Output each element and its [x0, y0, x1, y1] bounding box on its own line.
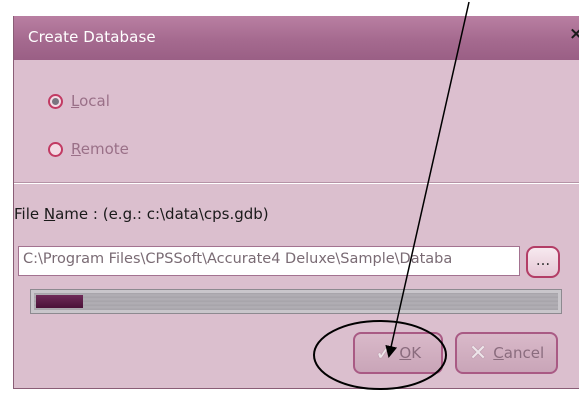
file-panel: File Name : (e.g.: c:\data\cps.gdb) C:\P… — [14, 184, 579, 388]
progress-fill — [36, 295, 83, 308]
progress-bar — [30, 289, 562, 314]
cancel-button-label: Cancel — [493, 344, 545, 362]
cancel-button[interactable]: ✕ Cancel — [455, 332, 558, 374]
ok-button-label: OK — [399, 344, 422, 362]
browse-button[interactable]: ... — [526, 246, 560, 278]
ok-button[interactable]: ✓ OK — [353, 332, 443, 374]
radio-local-label: Local — [71, 92, 110, 110]
close-icon[interactable]: × — [569, 24, 579, 44]
radio-remote-indicator[interactable] — [48, 141, 63, 157]
radio-remote-label: Remote — [71, 140, 129, 158]
dialog-title: Create Database — [28, 28, 156, 46]
file-name-label: File Name : (e.g.: c:\data\cps.gdb) — [14, 205, 269, 223]
title-bar: Create Database — [14, 16, 579, 60]
check-icon: ✓ — [374, 340, 394, 366]
screenshot-frame: Create Database × Local Remote File Name… — [0, 0, 579, 396]
progress-track — [34, 293, 558, 310]
create-database-dialog: Create Database × Local Remote File Name… — [13, 16, 579, 389]
radio-local[interactable]: Local — [48, 92, 110, 110]
file-path-input[interactable]: C:\Program Files\CPSSoft\Accurate4 Delux… — [18, 246, 520, 276]
location-radio-group: Local Remote — [14, 76, 579, 194]
cross-icon: ✕ — [468, 340, 488, 366]
radio-remote[interactable]: Remote — [48, 140, 129, 158]
radio-local-indicator[interactable] — [48, 93, 63, 109]
